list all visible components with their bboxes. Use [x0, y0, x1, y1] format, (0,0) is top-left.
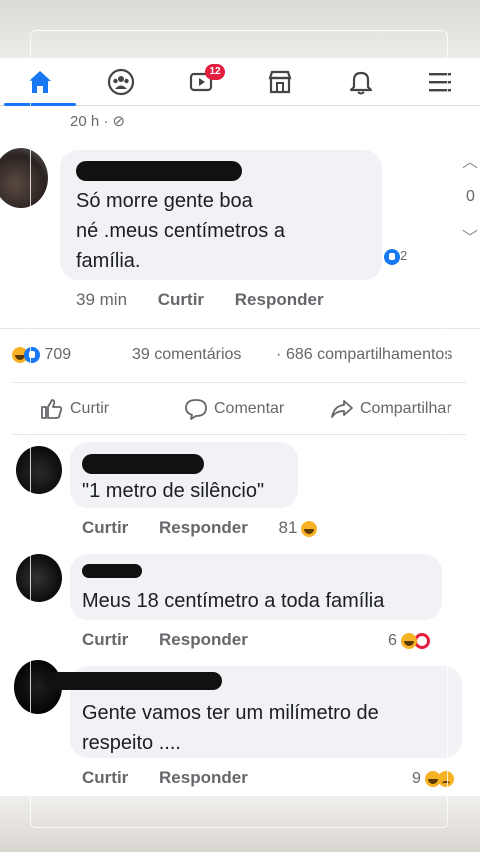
chevron-down-icon[interactable]: ﹀ [462, 224, 478, 248]
screen-frame-outline [30, 30, 448, 828]
vote-count: 0 [466, 188, 475, 205]
chevron-up-icon[interactable]: ︿ [462, 148, 478, 172]
